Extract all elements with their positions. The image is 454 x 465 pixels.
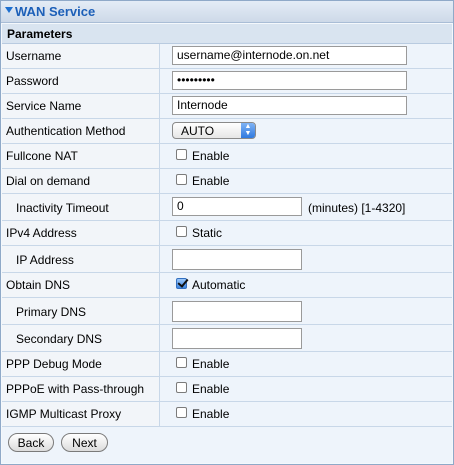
row-auth-method: Authentication Method AUTO ▲ ▼ bbox=[2, 119, 452, 144]
row-primary-dns: Primary DNS bbox=[2, 298, 452, 325]
auth-method-label: Authentication Method bbox=[6, 124, 126, 138]
service-name-label: Service Name bbox=[6, 99, 82, 113]
obtain-dns-option: Automatic bbox=[192, 278, 246, 292]
select-arrows-icon: ▲ ▼ bbox=[241, 123, 255, 138]
service-name-input[interactable]: Internode bbox=[172, 96, 407, 115]
row-igmp-proxy: IGMP Multicast Proxy Enable bbox=[2, 402, 452, 427]
fullcone-nat-label: Fullcone NAT bbox=[6, 149, 78, 163]
inactivity-timeout-hint: (minutes) [1-4320] bbox=[308, 201, 406, 215]
primary-dns-label: Primary DNS bbox=[16, 305, 87, 319]
password-input[interactable]: ••••••••• bbox=[172, 71, 407, 90]
row-ppp-debug: PPP Debug Mode Enable bbox=[2, 352, 452, 377]
row-dial-on-demand: Dial on demand Enable bbox=[2, 169, 452, 194]
auth-method-select[interactable]: AUTO ▲ ▼ bbox=[172, 122, 256, 139]
button-bar: Back Next bbox=[2, 427, 452, 463]
secondary-dns-label: Secondary DNS bbox=[16, 332, 103, 346]
row-ipv4-address: IPv4 Address Static bbox=[2, 221, 452, 246]
panel-title: WAN Service bbox=[15, 4, 96, 19]
ppp-debug-checkbox[interactable] bbox=[176, 357, 187, 368]
inactivity-timeout-label: Inactivity Timeout bbox=[16, 201, 109, 215]
back-button[interactable]: Back bbox=[8, 433, 54, 452]
row-obtain-dns: Obtain DNS Automatic bbox=[2, 273, 452, 298]
ip-address-input[interactable] bbox=[172, 249, 302, 270]
ip-address-label: IP Address bbox=[16, 253, 74, 267]
username-input[interactable]: username@internode.on.net bbox=[172, 46, 407, 65]
ipv4-static-checkbox[interactable] bbox=[176, 226, 187, 237]
dial-on-demand-option: Enable bbox=[192, 174, 230, 188]
row-password: Password ••••••••• bbox=[2, 69, 452, 94]
title-bar[interactable]: WAN Service bbox=[1, 1, 453, 23]
pppoe-passthrough-checkbox[interactable] bbox=[176, 382, 187, 393]
row-username: Username username@internode.on.net bbox=[2, 44, 452, 69]
ipv4-static-option: Static bbox=[192, 226, 223, 240]
ppp-debug-label: PPP Debug Mode bbox=[6, 357, 102, 371]
ppp-debug-option: Enable bbox=[192, 357, 230, 371]
primary-dns-input[interactable] bbox=[172, 301, 302, 322]
pppoe-passthrough-option: Enable bbox=[192, 382, 230, 396]
igmp-proxy-label: IGMP Multicast Proxy bbox=[6, 407, 122, 421]
row-ip-address: IP Address bbox=[2, 246, 452, 273]
secondary-dns-input[interactable] bbox=[172, 328, 302, 349]
dial-on-demand-label: Dial on demand bbox=[6, 174, 91, 188]
collapse-arrow-icon[interactable] bbox=[5, 7, 13, 13]
row-secondary-dns: Secondary DNS bbox=[2, 325, 452, 352]
igmp-proxy-option: Enable bbox=[192, 407, 230, 421]
fullcone-nat-checkbox[interactable] bbox=[176, 149, 187, 160]
password-label: Password bbox=[6, 74, 59, 88]
fullcone-nat-option: Enable bbox=[192, 149, 230, 163]
section-title: Parameters bbox=[7, 27, 73, 41]
pppoe-passthrough-label: PPPoE with Pass-through bbox=[6, 382, 145, 396]
username-label: Username bbox=[6, 49, 62, 63]
section-header: Parameters bbox=[2, 24, 452, 44]
wan-service-panel: WAN Service Parameters Username username… bbox=[0, 0, 454, 465]
row-service-name: Service Name Internode bbox=[2, 94, 452, 119]
obtain-dns-checkbox[interactable] bbox=[176, 278, 187, 289]
obtain-dns-label: Obtain DNS bbox=[6, 278, 71, 292]
next-button[interactable]: Next bbox=[61, 433, 108, 452]
inactivity-timeout-input[interactable]: 0 bbox=[172, 197, 302, 216]
row-pppoe-passthrough: PPPoE with Pass-through Enable bbox=[2, 377, 452, 402]
auth-method-value: AUTO bbox=[181, 124, 215, 138]
dial-on-demand-checkbox[interactable] bbox=[176, 174, 187, 185]
igmp-proxy-checkbox[interactable] bbox=[176, 407, 187, 418]
row-fullcone-nat: Fullcone NAT Enable bbox=[2, 144, 452, 169]
row-inactivity-timeout: Inactivity Timeout 0 (minutes) [1-4320] bbox=[2, 194, 452, 221]
ipv4-address-label: IPv4 Address bbox=[6, 226, 77, 240]
